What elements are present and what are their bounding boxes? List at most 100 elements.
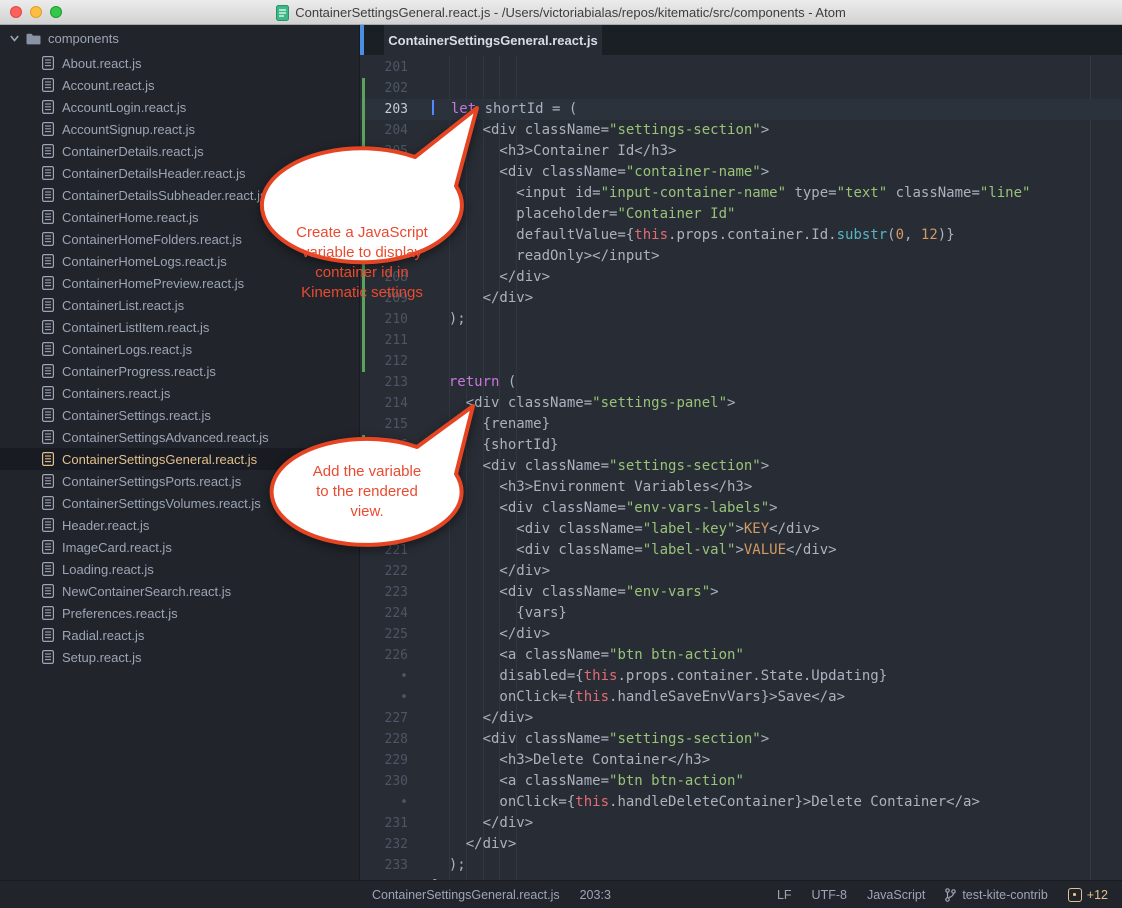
line-number-gutter[interactable]: 229 [360, 750, 422, 771]
code-line[interactable]: 212 [360, 351, 1122, 372]
file-icon [42, 166, 54, 180]
line-number-gutter[interactable]: 224 [360, 603, 422, 624]
line-number: 202 [385, 81, 408, 96]
file-name: ContainerHomePreview.react.js [62, 276, 244, 291]
code-line[interactable]: 232 </div> [360, 834, 1122, 855]
tree-file-item[interactable]: Preferences.react.js [0, 602, 359, 624]
code-line[interactable]: 224 {vars} [360, 603, 1122, 624]
code-line[interactable]: • onClick={this.handleSaveEnvVars}>Save<… [360, 687, 1122, 708]
tree-file-item[interactable]: Setup.react.js [0, 646, 359, 668]
file-name: NewContainerSearch.react.js [62, 584, 231, 599]
tree-file-item[interactable]: ContainerProgress.react.js [0, 360, 359, 382]
branch-name: test-kite-contrib [962, 888, 1047, 902]
line-number-gutter[interactable]: • [360, 687, 422, 708]
line-number-gutter[interactable]: 225 [360, 624, 422, 645]
line-number: 213 [385, 375, 408, 390]
code-line-text [422, 57, 1122, 78]
code-line-text: <h3>Container Id</h3> [422, 141, 1122, 162]
line-number-gutter[interactable]: 222 [360, 561, 422, 582]
code-line[interactable]: 208 </div> [360, 267, 1122, 288]
code-line[interactable]: 223 <div className="env-vars"> [360, 582, 1122, 603]
line-number-gutter[interactable]: 201 [360, 57, 422, 78]
line-number-gutter[interactable]: 210 [360, 309, 422, 330]
line-number-gutter[interactable]: 202 [360, 78, 422, 99]
file-icon [42, 342, 54, 356]
line-number-gutter[interactable]: 226 [360, 645, 422, 666]
code-line[interactable]: 226 <a className="btn btn-action" [360, 645, 1122, 666]
status-cursor-position[interactable]: 203:3 [580, 888, 611, 902]
code-line[interactable]: 231 </div> [360, 813, 1122, 834]
file-name: ContainerSettings.react.js [62, 408, 211, 423]
tab-containersettingsgeneral[interactable]: ContainerSettingsGeneral.react.js [384, 25, 602, 55]
code-line-text: <h3>Delete Container</h3> [422, 750, 1122, 771]
line-number: 226 [385, 648, 408, 663]
line-number-gutter[interactable]: 213 [360, 372, 422, 393]
file-name: ContainerList.react.js [62, 298, 184, 313]
code-line[interactable]: • disabled={this.props.container.State.U… [360, 666, 1122, 687]
tree-file-item[interactable]: ContainerLogs.react.js [0, 338, 359, 360]
line-number-gutter[interactable]: 211 [360, 330, 422, 351]
file-icon [42, 386, 54, 400]
tree-file-item[interactable]: Radial.react.js [0, 624, 359, 646]
code-line-text: let shortId = ( [422, 99, 1122, 120]
code-line-text: <div className="env-vars"> [422, 582, 1122, 603]
code-line[interactable]: 222 </div> [360, 561, 1122, 582]
code-line[interactable]: 202 [360, 78, 1122, 99]
code-line-text: defaultValue={this.props.container.Id.su… [422, 225, 1122, 246]
status-encoding[interactable]: UTF-8 [812, 888, 847, 902]
file-icon [42, 78, 54, 92]
code-line[interactable]: 201 [360, 57, 1122, 78]
tree-file-item[interactable]: ContainerListItem.react.js [0, 316, 359, 338]
status-git-diff[interactable]: +12 [1068, 888, 1108, 902]
tree-file-item[interactable]: Loading.react.js [0, 558, 359, 580]
file-icon [42, 364, 54, 378]
status-file-name[interactable]: ContainerSettingsGeneral.react.js [372, 888, 560, 902]
code-line-text: <div className="label-val">VALUE</div> [422, 540, 1122, 561]
line-number-gutter[interactable]: 230 [360, 771, 422, 792]
tree-folder-components[interactable]: components [0, 25, 359, 52]
status-git-branch[interactable]: test-kite-contrib [945, 888, 1047, 902]
file-name: Preferences.react.js [62, 606, 178, 621]
file-name: ContainerSettingsGeneral.react.js [62, 452, 257, 467]
code-line[interactable]: • onClick={this.handleDeleteContainer}>D… [360, 792, 1122, 813]
status-line-ending[interactable]: LF [777, 888, 792, 902]
code-line[interactable]: 229 <h3>Delete Container</h3> [360, 750, 1122, 771]
code-line[interactable]: 211 [360, 330, 1122, 351]
code-line[interactable]: 233 ); [360, 855, 1122, 876]
tree-file-item[interactable]: About.react.js [0, 52, 359, 74]
line-number-gutter[interactable]: 212 [360, 351, 422, 372]
line-number-gutter[interactable]: 227 [360, 708, 422, 729]
file-name: ContainerDetailsHeader.react.js [62, 166, 246, 181]
file-name: ContainerHome.react.js [62, 210, 199, 225]
code-line[interactable]: 210 ); [360, 309, 1122, 330]
status-grammar[interactable]: JavaScript [867, 888, 925, 902]
code-line-text: </div> [422, 708, 1122, 729]
code-line[interactable]: 228 <div className="settings-section"> [360, 729, 1122, 750]
file-icon [42, 298, 54, 312]
line-number-gutter[interactable]: 232 [360, 834, 422, 855]
code-line[interactable]: 227 </div> [360, 708, 1122, 729]
code-line-text: {vars} [422, 603, 1122, 624]
chevron-down-icon[interactable] [10, 35, 19, 42]
line-number-gutter[interactable]: 223 [360, 582, 422, 603]
line-number-gutter[interactable]: 228 [360, 729, 422, 750]
code-line-text: onClick={this.handleDeleteContainer}>Del… [422, 792, 1122, 813]
tree-file-item[interactable]: NewContainerSearch.react.js [0, 580, 359, 602]
file-icon [42, 408, 54, 422]
code-line-text: </div> [422, 267, 1122, 288]
line-number-gutter[interactable]: 233 [360, 855, 422, 876]
line-number-gutter[interactable]: • [360, 666, 422, 687]
file-icon [42, 254, 54, 268]
file-name: ImageCard.react.js [62, 540, 172, 555]
code-line[interactable]: 230 <a className="btn btn-action" [360, 771, 1122, 792]
line-number-gutter[interactable]: • [360, 792, 422, 813]
file-icon [42, 606, 54, 620]
code-line-text: {shortId} [422, 435, 1122, 456]
code-line-text: <h3>Environment Variables</h3> [422, 477, 1122, 498]
code-line[interactable]: 209 </div> [360, 288, 1122, 309]
code-line[interactable]: 225 </div> [360, 624, 1122, 645]
line-number-gutter[interactable]: 231 [360, 813, 422, 834]
code-line[interactable]: 213 return ( [360, 372, 1122, 393]
tree-file-item[interactable]: Account.react.js [0, 74, 359, 96]
file-name: Account.react.js [62, 78, 155, 93]
